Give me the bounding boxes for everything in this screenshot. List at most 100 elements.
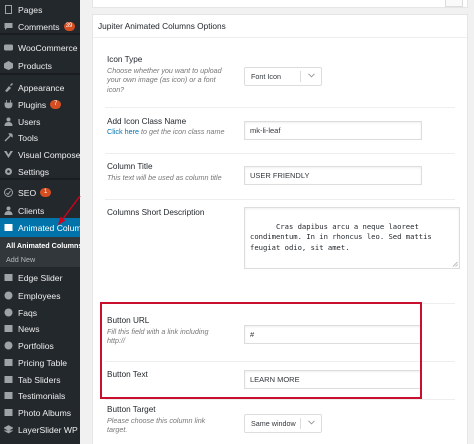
column-title-label: Column Title [107,162,153,171]
icon-class-input[interactable]: mk-li-leaf [244,121,422,140]
icon-type-description: Choose whether you want to upload your o… [107,66,222,94]
icon-class-description-text: to get the icon class name [138,127,225,136]
news-icon [4,324,13,333]
column-title-description: This text will be used as column title [107,173,222,182]
testimonials-icon [4,391,13,400]
pages-icon [4,5,13,14]
sidebar-item-label: Appearance [18,82,65,93]
sidebar-item-label: LayerSlider WP [18,424,78,435]
sidebar-item-animated-columns[interactable]: Animated Columns [0,218,80,237]
chevron-down-icon [308,73,315,78]
chevron-down-icon [308,420,315,425]
button-target-label: Button Target [107,405,156,414]
sidebar-item-edge-slider[interactable]: Edge Slider [0,268,80,287]
sidebar-item-label: Settings [18,166,50,177]
sidebar-item-label: Users [18,116,41,127]
layerslider-icon [4,425,13,434]
sidebar-item-label: Portfolios [18,340,54,351]
sidebar-item-label: Plugins [18,99,47,110]
row-divider [105,107,455,108]
tab-sliders-icon [4,375,13,384]
animated-columns-submenu: All Animated Columns Add New [0,237,80,267]
count-badge: 1 [40,188,52,197]
comments-icon [4,22,13,31]
sidebar-item-label: News [18,323,40,334]
button-url-description: Fill this field with a link including ht… [107,327,209,346]
sidebar-item-seo[interactable]: SEO 1 [0,183,80,202]
sidebar-item-label: SEO [18,187,37,198]
icon-type-select[interactable]: Font Icon [244,67,322,86]
sidebar-item-label: Edge Slider [18,272,63,283]
employees-icon [4,291,13,300]
admin-sidebar: All Animated Columns Add New Pages Commen… [0,0,80,444]
row-divider [105,399,455,400]
sidebar-item-label: Employees [18,290,61,301]
button-url-label: Button URL [107,316,150,325]
button-url-input[interactable]: # [244,325,422,344]
button-target-description: Please choose this column link target. [107,416,206,435]
submenu-all-animated-columns[interactable]: All Animated Columns [6,241,80,250]
sidebar-item-label: WooCommerce [18,42,78,53]
options-panel: Jupiter Animated Columns Options Icon Ty… [92,14,468,444]
row-divider [105,361,455,362]
pricing-table-icon [4,358,13,367]
sidebar-item-label: Animated Columns [18,222,80,233]
photo-albums-icon [4,408,13,417]
row-divider [105,199,455,200]
sidebar-item-label: Visual Composer [18,149,80,160]
woocommerce-icon [4,43,13,52]
faqs-icon [4,308,13,317]
sidebar-item-label: Tools [18,132,39,143]
button-text-input[interactable]: LEARN MORE [244,370,422,389]
short-description-label: Columns Short Description [107,208,205,217]
settings-icon [4,167,13,176]
button-target-select[interactable]: Same window [244,414,322,433]
sidebar-item-label: Comments [18,21,60,32]
sidebar-item-woocommerce[interactable]: WooCommerce [0,38,80,57]
panel-title: Jupiter Animated Columns Options [98,21,226,31]
appearance-icon [4,83,13,92]
icon-type-label: Icon Type [107,55,143,64]
sidebar-item-comments[interactable]: Comments 39 [0,17,80,36]
clients-icon [4,206,13,215]
submenu-add-new[interactable]: Add New [6,255,35,264]
select-separator [300,71,301,82]
sidebar-item-products[interactable]: Products [0,56,80,75]
column-title-input[interactable]: USER FRIENDLY [244,166,422,185]
button-text-label: Button Text [107,370,148,379]
main-content: Jupiter Animated Columns Options Icon Ty… [80,0,474,444]
sidebar-item-label: Products [18,60,52,71]
previous-panel-edge [92,0,468,8]
edge-slider-icon [4,273,13,282]
count-badge: 7 [50,100,62,109]
sidebar-item-label: Photo Albums [18,407,72,418]
sidebar-item-label: Testimonials [18,390,66,401]
row-divider [105,303,455,304]
portfolios-icon [4,341,13,350]
click-here-link[interactable]: Click here [107,127,139,136]
sidebar-item-label: Pricing Table [18,357,68,368]
plugins-icon [4,100,13,109]
panel-divider [93,37,467,38]
products-icon [4,61,13,70]
sidebar-item-layerslider-wp[interactable]: LayerSlider WP [0,420,80,439]
icon-type-value: Font Icon [251,72,281,81]
toggle-button[interactable] [445,0,463,7]
button-target-value: Same window [251,419,296,428]
count-badge: 39 [63,22,75,31]
sidebar-item-settings[interactable]: Settings [0,162,80,181]
sidebar-item-label: Pages [18,4,43,15]
icon-class-description: Click here to get the icon class name [107,127,237,136]
visual-composer-icon [4,150,13,159]
sidebar-item-label: Faqs [18,307,38,318]
animated-columns-icon [4,223,13,232]
select-separator [300,418,301,429]
short-description-value: Cras dapibus arcu a neque laoreet condim… [250,222,437,252]
tools-icon [4,133,13,142]
users-icon [4,117,13,126]
short-description-textarea[interactable]: Cras dapibus arcu a neque laoreet condim… [244,207,460,269]
icon-class-label: Add Icon Class Name [107,117,187,126]
row-divider [105,153,455,154]
resize-handle-icon[interactable] [452,261,458,267]
seo-icon [4,188,13,197]
